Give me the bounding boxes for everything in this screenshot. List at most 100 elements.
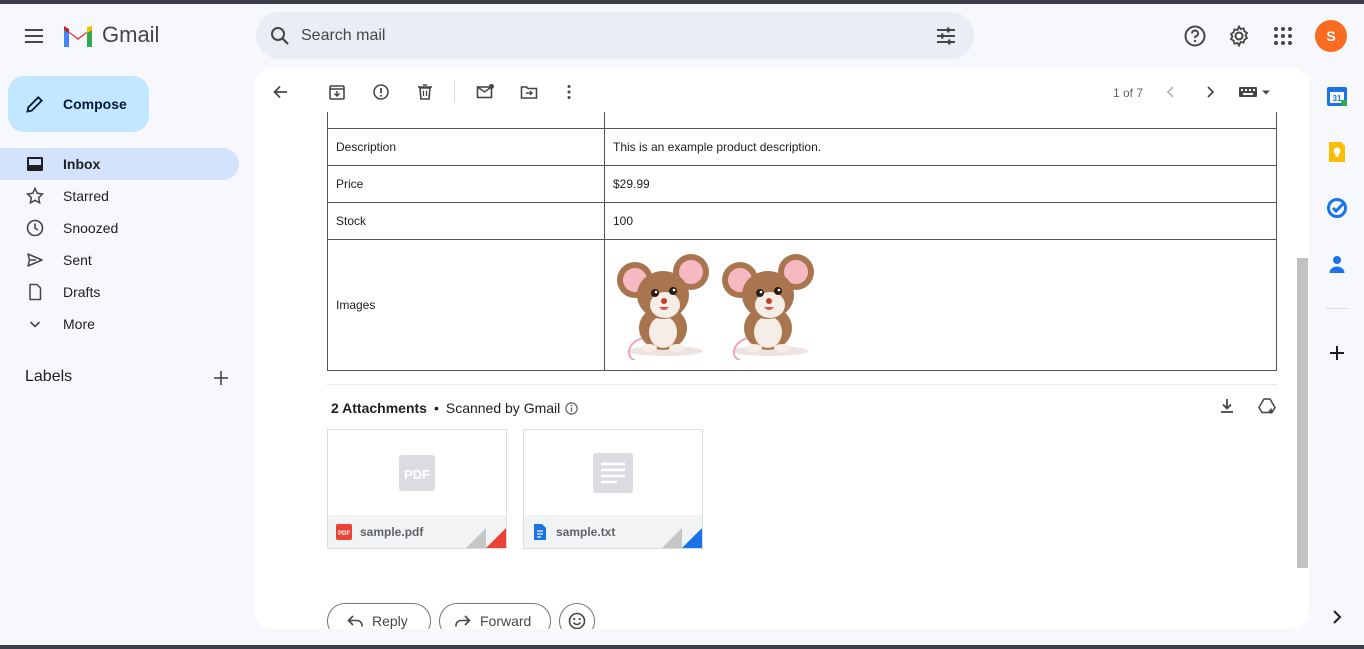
gmail-m-icon	[64, 26, 92, 47]
compose-button[interactable]: Compose	[8, 76, 149, 132]
svg-text:31: 31	[1333, 94, 1342, 103]
apps-grid-icon[interactable]	[1271, 24, 1295, 48]
show-side-panel-chevron-icon[interactable]	[1326, 606, 1348, 628]
report-spam-icon[interactable]	[371, 82, 391, 102]
table-cell-key: Description	[327, 127, 605, 166]
search-options-icon[interactable]	[934, 24, 958, 48]
reply-arrow-icon	[347, 615, 363, 627]
product-details-table: Description This is an example product d…	[327, 112, 1277, 371]
mark-unread-icon[interactable]	[475, 82, 495, 102]
add-label-icon[interactable]	[212, 369, 230, 387]
table-cell-value: 100	[604, 201, 1277, 240]
sidebar-item-starred[interactable]: Starred	[0, 180, 239, 212]
pdf-badge-icon: PDF	[336, 523, 352, 540]
attachments-count: 2 Attachments	[331, 400, 427, 416]
table-cell-value: This is an example product description.	[604, 127, 1277, 166]
table-cell-value: $29.99	[604, 164, 1277, 203]
settings-gear-icon[interactable]	[1227, 24, 1251, 48]
gmail-logo[interactable]: Gmail	[62, 22, 159, 48]
forward-label: Forward	[480, 613, 532, 629]
table-row: Stock 100	[327, 201, 1277, 240]
smiley-icon	[568, 612, 586, 629]
info-icon[interactable]	[564, 401, 579, 416]
sidebar-item-label: Inbox	[63, 156, 101, 172]
newer-chevron-left-icon[interactable]	[1161, 82, 1181, 102]
contacts-icon[interactable]	[1326, 253, 1348, 275]
reply-button[interactable]: Reply	[327, 603, 431, 629]
table-row: Images	[327, 238, 1277, 371]
forward-arrow-icon	[455, 615, 471, 627]
bullet-separator: •	[433, 400, 439, 416]
table-row: Description This is an example product d…	[327, 127, 1277, 166]
account-avatar[interactable]: S	[1315, 20, 1347, 52]
archive-icon[interactable]	[327, 82, 347, 102]
search-input[interactable]	[301, 26, 901, 45]
search-bar[interactable]	[256, 12, 974, 59]
docs-file-icon	[534, 523, 546, 540]
table-row: Price $29.99	[327, 164, 1277, 203]
help-icon[interactable]	[1183, 24, 1207, 48]
attachments-divider	[327, 384, 1277, 385]
input-tools-keyboard-icon[interactable]	[1238, 82, 1274, 102]
toolbar-divider	[454, 80, 455, 102]
text-document-icon	[593, 453, 633, 493]
sidebar-item-label: Sent	[63, 252, 92, 268]
calendar-icon[interactable]: 31	[1326, 85, 1348, 107]
move-to-folder-icon[interactable]	[519, 82, 539, 102]
keep-icon[interactable]	[1326, 141, 1348, 163]
attachment-card-pdf[interactable]: PDF PDF sample.pdf	[327, 429, 507, 549]
file-corner-fold	[662, 528, 702, 548]
sidebar-item-inbox[interactable]: Inbox	[0, 148, 239, 180]
attachment-preview	[524, 430, 702, 516]
main-menu-icon[interactable]	[22, 26, 48, 46]
labels-heading: Labels	[25, 368, 73, 385]
sidebar-item-sent[interactable]: Sent	[0, 244, 239, 276]
sidebar-nav: Inbox Starred Snoozed Sent Drafts More	[0, 148, 256, 340]
pencil-icon	[26, 96, 43, 113]
table-cell-key: Stock	[327, 201, 605, 240]
star-icon	[25, 186, 45, 205]
sidebar-item-more[interactable]: More	[0, 308, 239, 340]
app-name: Gmail	[102, 22, 160, 47]
sidebar-item-label: Snoozed	[63, 220, 119, 236]
table-cell-key: Price	[327, 164, 605, 203]
compose-label: Compose	[63, 96, 127, 112]
older-chevron-right-icon[interactable]	[1200, 82, 1220, 102]
more-vert-icon[interactable]	[559, 82, 579, 102]
search-icon[interactable]	[268, 24, 292, 48]
emoji-reaction-button[interactable]	[559, 603, 595, 629]
attachments-header: 2 Attachments • Scanned by Gmail	[331, 400, 579, 416]
delete-trash-icon[interactable]	[415, 82, 435, 102]
draft-icon	[29, 283, 42, 301]
message-view: 1 of 7 Description This is an example pr…	[255, 68, 1309, 629]
attachment-preview: PDF	[328, 430, 506, 516]
download-all-icon[interactable]	[1217, 396, 1237, 416]
sidebar-item-label: Drafts	[63, 284, 101, 300]
add-addon-plus-icon[interactable]	[1326, 342, 1348, 364]
clock-icon	[26, 219, 44, 237]
message-scrollbar[interactable]	[1297, 258, 1308, 568]
chevron-down-icon	[29, 321, 41, 328]
file-corner-fold	[466, 528, 506, 548]
inbox-icon	[27, 157, 43, 171]
mouse-cartoon-image[interactable]	[718, 250, 818, 360]
mouse-cartoon-image[interactable]	[613, 250, 713, 360]
pagination-count: 1 of 7	[1113, 86, 1144, 100]
sidebar-item-snoozed[interactable]: Snoozed	[0, 212, 239, 244]
table-row	[327, 112, 1277, 129]
window-bottom-strip	[0, 645, 1364, 649]
forward-button[interactable]: Forward	[439, 603, 551, 629]
sidebar-item-drafts[interactable]: Drafts	[0, 276, 239, 308]
table-cell-images	[604, 238, 1277, 371]
add-to-drive-icon[interactable]	[1257, 396, 1277, 416]
send-icon	[27, 253, 43, 267]
back-arrow-icon[interactable]	[271, 82, 291, 102]
attachment-card-txt[interactable]: sample.txt	[523, 429, 703, 549]
attachment-filename: sample.txt	[556, 524, 616, 539]
sidebar-item-label: Starred	[63, 188, 109, 204]
window-top-strip	[0, 0, 1364, 4]
attachment-filename: sample.pdf	[360, 524, 424, 539]
svg-text:PDF: PDF	[404, 467, 430, 482]
tasks-icon[interactable]	[1326, 197, 1348, 219]
reply-label: Reply	[372, 613, 408, 629]
